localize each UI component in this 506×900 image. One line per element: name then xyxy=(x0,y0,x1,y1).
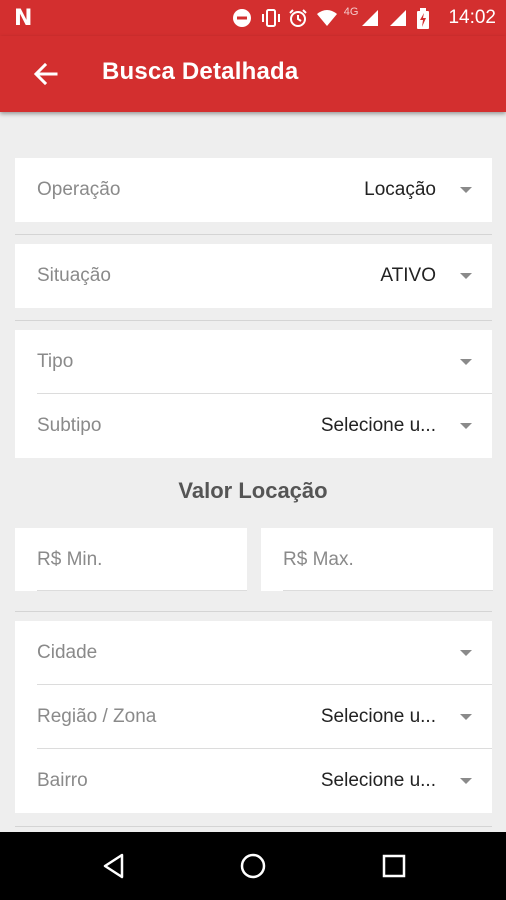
operacao-dropdown[interactable]: Operação Locação xyxy=(15,158,492,222)
situacao-dropdown[interactable]: Situação ATIVO xyxy=(15,244,492,308)
situacao-card: Situação ATIVO xyxy=(15,244,492,308)
network-type: 4G xyxy=(343,6,359,18)
bairro-label: Bairro xyxy=(37,770,88,791)
caret-down-icon xyxy=(460,778,472,784)
vibrate-icon xyxy=(260,8,280,28)
cidade-label: Cidade xyxy=(37,642,98,663)
operacao-card: Operação Locação xyxy=(15,158,492,222)
situacao-value: ATIVO xyxy=(380,265,436,286)
regiao-dropdown[interactable]: Região / Zona Selecione u... xyxy=(15,685,492,749)
alarm-icon xyxy=(288,8,308,28)
min-value-placeholder: R$ Min. xyxy=(37,549,103,570)
signal-icon xyxy=(360,8,380,28)
regiao-value: Selecione u... xyxy=(320,706,436,727)
subtipo-dropdown[interactable]: Subtipo Selecione u... xyxy=(15,394,492,458)
caret-down-icon xyxy=(460,273,472,279)
divider xyxy=(15,611,492,612)
caret-down-icon xyxy=(460,714,472,720)
bairro-value: Selecione u... xyxy=(320,770,436,791)
divider xyxy=(15,234,492,235)
clock: 14:02 xyxy=(448,7,496,28)
tipo-card: Tipo Subtipo Selecione u... xyxy=(15,330,492,458)
field-underline xyxy=(37,590,247,591)
subtipo-label: Subtipo xyxy=(37,415,102,436)
caret-down-icon xyxy=(460,650,472,656)
do-not-disturb-icon xyxy=(232,8,252,28)
situacao-label: Situação xyxy=(37,265,111,286)
page-title: Busca Detalhada xyxy=(102,58,299,85)
status-icons: 4G 14:02 xyxy=(232,6,496,30)
caret-down-icon xyxy=(460,423,472,429)
cidade-dropdown[interactable]: Cidade xyxy=(15,621,492,685)
battery-charging-icon xyxy=(416,8,436,29)
caret-down-icon xyxy=(460,187,472,193)
caret-down-icon xyxy=(460,359,472,365)
max-value-placeholder: R$ Max. xyxy=(283,549,354,570)
bairro-dropdown[interactable]: Bairro Selecione u... xyxy=(15,749,492,813)
operacao-label: Operação xyxy=(37,179,121,200)
subtipo-value: Selecione u... xyxy=(320,415,436,436)
tipo-dropdown[interactable]: Tipo xyxy=(15,330,492,394)
status-bar: N 4G 14:02 xyxy=(0,0,506,36)
circle-home-icon[interactable] xyxy=(239,852,267,880)
regiao-label: Região / Zona xyxy=(37,706,157,727)
tipo-label: Tipo xyxy=(37,351,74,372)
max-value-input[interactable]: R$ Max. xyxy=(261,528,493,591)
valor-section-title: Valor Locação xyxy=(178,478,328,503)
app-bar: Busca Detalhada xyxy=(0,36,506,112)
field-underline xyxy=(283,590,493,591)
divider xyxy=(15,320,492,321)
n-notification-icon: N xyxy=(14,6,33,31)
navigation-bar xyxy=(0,832,506,900)
signal-icon-2 xyxy=(388,8,408,28)
operacao-value: Locação xyxy=(364,179,436,200)
triangle-back-icon[interactable] xyxy=(100,852,128,880)
divider xyxy=(15,826,492,827)
min-value-input[interactable]: R$ Min. xyxy=(15,528,247,591)
square-recents-icon[interactable] xyxy=(380,852,408,880)
arrow-back-icon[interactable] xyxy=(32,61,60,87)
localizacao-card: Cidade Região / Zona Selecione u... Bair… xyxy=(15,621,492,813)
wifi-icon xyxy=(316,8,337,28)
